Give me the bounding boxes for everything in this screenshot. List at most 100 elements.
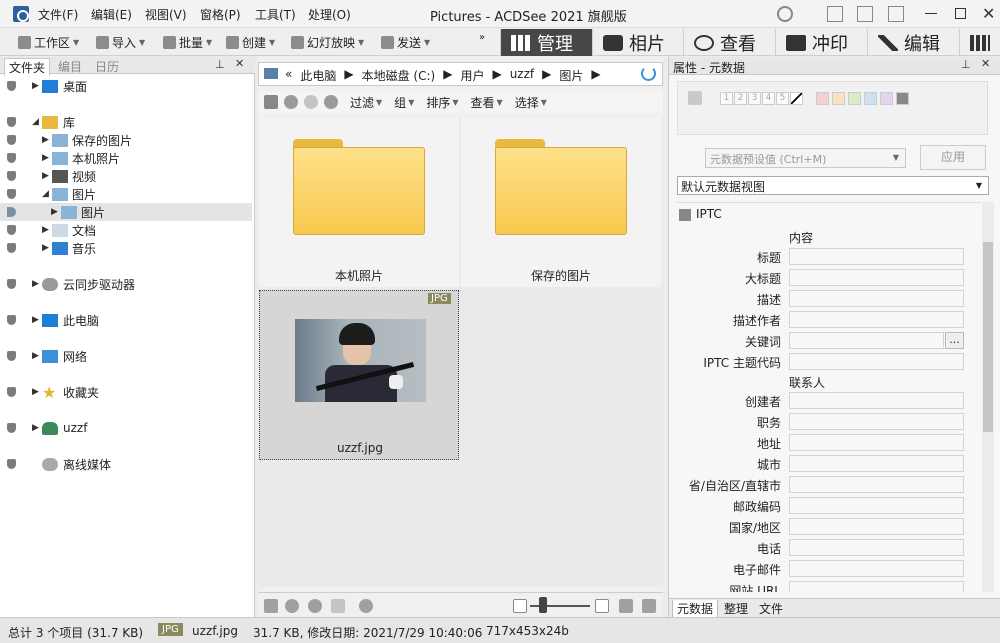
field-subject-code-input[interactable] — [789, 353, 964, 370]
details-view-icon[interactable] — [642, 599, 656, 613]
up-icon[interactable] — [324, 95, 338, 109]
zoom-out-button[interactable] — [513, 599, 527, 613]
field-email-input[interactable] — [789, 560, 964, 577]
tree-item-this-pc[interactable]: ▶ 此电脑 — [0, 311, 252, 329]
mode-manage[interactable]: 管理 — [500, 29, 592, 56]
slideshow-button[interactable]: 幻灯放映 ▼ — [291, 33, 364, 51]
breadcrumb-users[interactable]: 用户 — [460, 67, 484, 84]
rating-1[interactable]: 1 — [720, 92, 733, 105]
tab-file[interactable]: 文件 — [755, 600, 787, 617]
field-address-input[interactable] — [789, 434, 964, 451]
breadcrumb-local-disk[interactable]: 本地磁盘 (C:) — [362, 67, 436, 84]
menu-edit[interactable]: 编辑(E) — [91, 6, 132, 23]
rating-3[interactable]: 3 — [748, 92, 761, 105]
color-label-blue[interactable] — [864, 92, 877, 105]
mode-edit[interactable]: 编辑 — [867, 29, 959, 56]
panel-right-icon[interactable] — [888, 6, 904, 22]
breadcrumb-uzzf[interactable]: uzzf — [510, 67, 534, 84]
import-button[interactable]: 导入 ▼ — [96, 33, 145, 51]
rating-4[interactable]: 4 — [762, 92, 775, 105]
refresh-icon[interactable] — [641, 66, 656, 81]
menu-pane[interactable]: 窗格(P) — [200, 6, 241, 23]
panel-left-icon[interactable] — [827, 6, 843, 22]
keywords-more-button[interactable]: ... — [945, 332, 964, 349]
tree-item-documents[interactable]: ▶ 文档 — [0, 221, 252, 239]
tree-item-desktop[interactable]: ▶ 桌面 — [0, 77, 252, 95]
sort-button[interactable]: 排序 ▼ — [426, 94, 458, 111]
checkbox-icon[interactable] — [688, 91, 702, 105]
tree-item-pictures-selected[interactable]: ▶ 图片 — [0, 203, 252, 221]
pin-icon[interactable]: ⊥ — [961, 58, 971, 71]
overflow-icon[interactable]: » — [479, 32, 485, 43]
account-icon[interactable] — [777, 6, 793, 22]
tab-calendar[interactable]: 日历 — [91, 58, 123, 75]
tree-item-uzzf[interactable]: ▶ uzzf — [0, 419, 252, 437]
tab-folders[interactable]: 文件夹 — [4, 58, 51, 76]
close-button[interactable]: ✕ — [982, 4, 995, 23]
metadata-view-select[interactable]: 默认元数据视图 ▼ — [677, 176, 989, 195]
field-description-writer-input[interactable] — [789, 311, 964, 328]
menu-tools[interactable]: 工具(T) — [255, 6, 296, 23]
color-label-orange[interactable] — [832, 92, 845, 105]
rotate-left-icon[interactable] — [285, 599, 299, 613]
field-job-title-input[interactable] — [789, 413, 964, 430]
workspace-button[interactable]: 工作区 ▼ — [18, 33, 79, 51]
database-icon[interactable] — [264, 599, 278, 613]
metadata-scrollbar[interactable] — [982, 202, 994, 592]
clear-rating-icon[interactable] — [790, 92, 803, 105]
field-postal-code-input[interactable] — [789, 497, 964, 514]
color-label-clear[interactable] — [896, 92, 909, 105]
zoom-in-button[interactable] — [595, 599, 609, 613]
thumbnail-view-icon[interactable] — [619, 599, 633, 613]
pin-icon[interactable]: ⊥ — [215, 58, 225, 71]
view-button[interactable]: 查看 ▼ — [471, 94, 503, 111]
menu-process[interactable]: 处理(O) — [308, 6, 351, 23]
tab-organize[interactable]: 整理 — [720, 600, 752, 617]
mode-view[interactable]: 查看 — [683, 29, 775, 56]
select-button[interactable]: 选择 ▼ — [515, 94, 547, 111]
group-button[interactable]: 组 ▼ — [394, 94, 414, 111]
mode-photos[interactable]: 相片 — [592, 29, 683, 56]
field-website-input[interactable] — [789, 581, 964, 592]
field-keywords-input[interactable] — [789, 332, 944, 349]
tree-item-cloud-drive[interactable]: ▶ 云同步驱动器 — [0, 275, 252, 293]
close-panel-icon[interactable]: ✕ — [981, 57, 990, 70]
breadcrumb-back[interactable]: « — [285, 67, 292, 84]
tree-item-saved-pictures[interactable]: ▶ 保存的图片 — [0, 131, 252, 149]
panel-bottom-icon[interactable] — [857, 6, 873, 22]
field-province-input[interactable] — [789, 476, 964, 493]
field-city-input[interactable] — [789, 455, 964, 472]
home-icon[interactable] — [264, 95, 278, 109]
field-creator-input[interactable] — [789, 392, 964, 409]
back-icon[interactable] — [284, 95, 298, 109]
scrollbar-thumb[interactable] — [983, 242, 993, 432]
collapse-icon[interactable] — [679, 209, 691, 221]
mode-develop[interactable]: 冲印 — [775, 29, 867, 56]
tree-item-camera-roll[interactable]: ▶ 本机照片 — [0, 149, 252, 167]
tree-item-favorites[interactable]: ▶ ★ 收藏夹 — [0, 383, 252, 401]
tree-item-library[interactable]: ◢ 库 — [0, 113, 252, 131]
breadcrumb-this-pc[interactable]: 此电脑 — [300, 67, 336, 84]
field-title-input[interactable] — [789, 248, 964, 265]
thumbnail-folder-camera-roll[interactable]: 本机照片 — [259, 117, 459, 287]
color-label-purple[interactable] — [880, 92, 893, 105]
menu-view[interactable]: 视图(V) — [145, 6, 187, 23]
send-button[interactable]: 发送 ▼ — [381, 33, 430, 51]
metadata-preset-select[interactable]: 元数据预设值 (Ctrl+M) ▼ — [705, 148, 906, 168]
field-country-input[interactable] — [789, 518, 964, 535]
rotate-right-icon[interactable] — [308, 599, 322, 613]
thumbnail-folder-saved-pictures[interactable]: 保存的图片 — [461, 117, 661, 287]
app-icon[interactable] — [13, 6, 29, 22]
color-label-red[interactable] — [816, 92, 829, 105]
color-label-green[interactable] — [848, 92, 861, 105]
breadcrumb-pictures[interactable]: 图片 — [559, 67, 583, 84]
field-headline-input[interactable] — [789, 269, 964, 286]
maximize-button[interactable] — [955, 8, 966, 19]
thumbnail-image-uzzf[interactable]: JPG uzzf.jpg — [259, 290, 459, 460]
mode-dashboard[interactable] — [959, 29, 1000, 56]
field-description-input[interactable] — [789, 290, 964, 307]
filter-button[interactable]: 过滤 ▼ — [350, 94, 382, 111]
address-bar[interactable]: « 此电脑 ▶ 本地磁盘 (C:) ▶ 用户 ▶ uzzf ▶ 图片 ▶ — [258, 62, 663, 86]
tree-item-music[interactable]: ▶ 音乐 — [0, 239, 252, 257]
compare-icon[interactable] — [331, 599, 345, 613]
